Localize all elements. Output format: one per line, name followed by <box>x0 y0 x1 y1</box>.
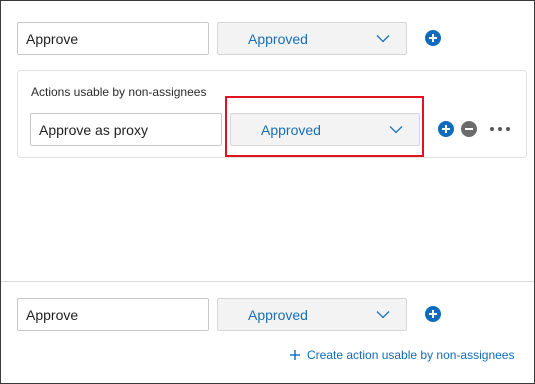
plus-icon <box>429 310 437 318</box>
remove-action-button[interactable] <box>461 121 477 137</box>
card-label: Actions usable by non-assignees <box>31 85 207 99</box>
action-name-input-3[interactable]: Approve <box>17 298 209 331</box>
chevron-down-icon <box>376 310 390 318</box>
status-dropdown-1[interactable]: Approved <box>217 22 407 55</box>
minus-icon <box>465 128 473 130</box>
highlight-box <box>225 96 424 157</box>
plus-icon <box>442 125 450 133</box>
more-horizontal-icon[interactable] <box>490 126 510 132</box>
status-value: Approved <box>248 30 308 47</box>
section-divider <box>1 281 534 282</box>
add-action-button-1[interactable] <box>425 30 441 46</box>
action-name-input-2[interactable]: Approve as proxy <box>30 113 222 146</box>
plus-icon <box>290 350 300 360</box>
action-name-input-1[interactable]: Approve <box>17 22 209 55</box>
plus-icon <box>429 34 437 42</box>
add-action-button-2[interactable] <box>438 121 454 137</box>
action-name-value: Approve <box>26 306 79 323</box>
action-name-value: Approve as proxy <box>39 121 148 138</box>
status-dropdown-3[interactable]: Approved <box>217 298 407 331</box>
add-action-button-3[interactable] <box>425 306 441 322</box>
chevron-down-icon <box>376 34 390 42</box>
status-value: Approved <box>248 306 308 323</box>
create-non-assignee-action-link[interactable]: Create action usable by non-assignees <box>289 348 514 362</box>
create-link-label: Create action usable by non-assignees <box>307 348 515 362</box>
action-name-value: Approve <box>26 30 79 47</box>
